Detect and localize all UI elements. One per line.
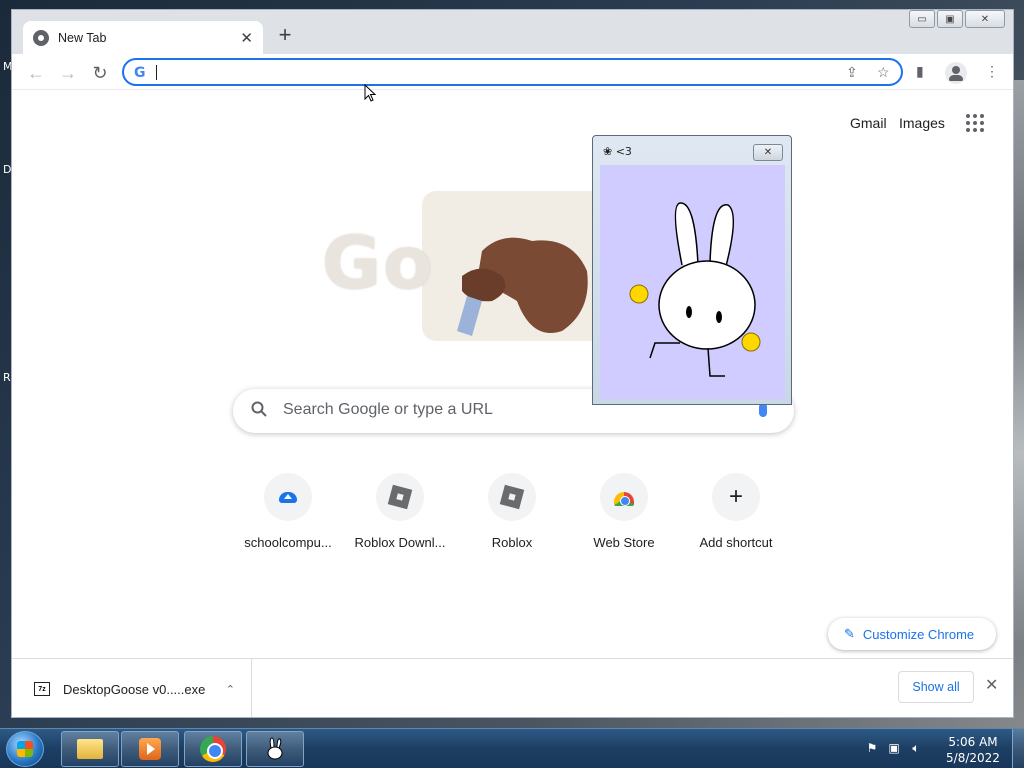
images-link[interactable]: Images bbox=[899, 115, 945, 131]
address-input[interactable] bbox=[154, 62, 834, 82]
new-tab-page: Gmail Images Go Search Google or type a … bbox=[12, 91, 1013, 658]
taskbar-explorer[interactable] bbox=[61, 731, 119, 767]
pencil-icon: ✎ bbox=[844, 626, 855, 641]
bookmark-star-icon[interactable]: ☆ bbox=[877, 64, 890, 81]
shortcut-icon-circle: + bbox=[712, 473, 760, 521]
tab-new-tab[interactable]: New Tab ✕ bbox=[23, 21, 263, 54]
goose-popup-window[interactable]: ❀ <3 ✕ bbox=[592, 135, 792, 405]
clock-date: 5/8/2022 bbox=[946, 751, 1000, 765]
shortcut-label: Roblox bbox=[491, 535, 533, 550]
network-icon[interactable]: ▣ bbox=[886, 741, 902, 756]
popup-title: ❀ <3 bbox=[603, 145, 632, 158]
shortcut-icon-circle bbox=[488, 473, 536, 521]
system-tray: ⚑ ▣ 🔈︎ bbox=[864, 741, 924, 756]
restore-button[interactable]: ▣ bbox=[937, 10, 963, 28]
doodle-text: Go bbox=[322, 221, 435, 305]
window-close-button[interactable]: ✕ bbox=[965, 10, 1005, 28]
side-panel-icon[interactable]: ▮ bbox=[916, 63, 924, 80]
shortcut-tile[interactable]: schoolcompu... bbox=[232, 461, 344, 561]
customize-chrome-button[interactable]: ✎ Customize Chrome bbox=[828, 618, 996, 650]
chrome-favicon-icon bbox=[33, 29, 49, 46]
tab-close-icon[interactable]: ✕ bbox=[240, 29, 253, 47]
minimize-button[interactable]: ▭ bbox=[909, 10, 935, 28]
shortcut-icon-circle bbox=[264, 473, 312, 521]
cloud-upload-icon bbox=[279, 491, 297, 503]
download-shelf: 7z DesktopGoose v0.....exe ⌃ Show all ✕ bbox=[12, 658, 1013, 717]
taskbar-chrome[interactable] bbox=[184, 731, 242, 767]
tab-strip: New Tab ✕ + ▭ ▣ ✕ bbox=[12, 10, 1013, 54]
chrome-menu-icon[interactable]: ⋮ bbox=[985, 63, 999, 80]
shortcut-tile[interactable]: Roblox bbox=[456, 461, 568, 561]
gmail-link[interactable]: Gmail bbox=[850, 115, 887, 131]
back-button[interactable]: ← bbox=[24, 61, 48, 85]
taskbar-clock[interactable]: 5:06 AM 5/8/2022 bbox=[942, 734, 1004, 766]
plus-icon: + bbox=[728, 483, 743, 510]
shortcut-tiles: schoolcompu... Roblox Downl... Roblox We… bbox=[232, 461, 792, 561]
bunny-icon bbox=[267, 737, 283, 760]
popup-image-area bbox=[600, 165, 785, 399]
new-tab-button[interactable]: + bbox=[274, 24, 296, 46]
desktop-fragment: R bbox=[3, 371, 11, 384]
shortcut-tile[interactable]: Roblox Downl... bbox=[344, 461, 456, 561]
shortcut-tile[interactable]: Web Store bbox=[568, 461, 680, 561]
browser-toolbar: ← → ↻ G ⇪ ☆ ▮ ⋮ bbox=[12, 54, 1013, 90]
folder-icon bbox=[77, 739, 103, 759]
address-bar[interactable]: G ⇪ ☆ bbox=[122, 58, 903, 86]
customize-label: Customize Chrome bbox=[862, 626, 975, 642]
shortcut-label: Roblox Downl... bbox=[354, 535, 446, 550]
show-all-button[interactable]: Show all bbox=[898, 671, 974, 703]
shortcut-icon-circle bbox=[600, 473, 648, 521]
text-caret bbox=[156, 65, 157, 80]
popup-title-text: <3 bbox=[615, 145, 632, 158]
clock-time: 5:06 AM bbox=[948, 735, 998, 749]
volume-icon[interactable]: 🔈︎ bbox=[908, 741, 924, 756]
profile-avatar[interactable] bbox=[945, 62, 967, 84]
shortcut-label: Add shortcut bbox=[699, 535, 773, 550]
google-apps-icon[interactable] bbox=[966, 114, 984, 132]
shortcut-icon-circle bbox=[376, 473, 424, 521]
taskbar-goose-app[interactable] bbox=[246, 731, 304, 767]
hands-illustration-icon bbox=[457, 237, 588, 336]
close-download-shelf-icon[interactable]: ✕ bbox=[985, 675, 998, 695]
taskbar-media-player[interactable] bbox=[121, 731, 179, 767]
show-desktop-button[interactable] bbox=[1012, 729, 1024, 768]
download-item[interactable]: 7z DesktopGoose v0.....exe ⌃ bbox=[12, 659, 252, 717]
roblox-icon bbox=[499, 484, 525, 510]
window-controls: ▭ ▣ ✕ bbox=[909, 10, 1005, 28]
voice-search-icon[interactable] bbox=[759, 403, 767, 417]
chrome-icon bbox=[200, 736, 226, 762]
google-g-icon: G bbox=[134, 65, 146, 81]
tab-title: New Tab bbox=[58, 30, 107, 45]
popup-close-button[interactable]: ✕ bbox=[753, 144, 783, 161]
mouse-cursor-icon bbox=[364, 84, 376, 102]
doodle-card bbox=[422, 191, 612, 341]
webstore-icon bbox=[614, 492, 634, 506]
archive-file-icon: 7z bbox=[34, 682, 50, 696]
chevron-up-icon[interactable]: ⌃ bbox=[226, 683, 235, 696]
share-icon[interactable]: ⇪ bbox=[846, 64, 858, 81]
search-icon bbox=[251, 401, 267, 417]
forward-button[interactable]: → bbox=[56, 61, 80, 85]
google-doodle[interactable]: Go bbox=[322, 191, 612, 341]
reload-button[interactable]: ↻ bbox=[88, 61, 112, 85]
shortcut-label: Web Store bbox=[593, 535, 655, 550]
start-button[interactable] bbox=[6, 731, 44, 767]
taskbar: ⚑ ▣ 🔈︎ 5:06 AM 5/8/2022 bbox=[0, 728, 1024, 768]
bunny-drawing-icon bbox=[629, 202, 761, 377]
chrome-window: New Tab ✕ + ▭ ▣ ✕ ← → ↻ G ⇪ ☆ ▮ ⋮ Gmail … bbox=[11, 9, 1014, 718]
action-center-flag-icon[interactable]: ⚑ bbox=[864, 741, 880, 756]
add-shortcut-tile[interactable]: + Add shortcut bbox=[680, 461, 792, 561]
media-player-icon bbox=[139, 738, 161, 760]
download-file-name: DesktopGoose v0.....exe bbox=[63, 681, 206, 697]
roblox-icon bbox=[387, 484, 413, 510]
shortcut-label: schoolcompu... bbox=[244, 535, 332, 550]
